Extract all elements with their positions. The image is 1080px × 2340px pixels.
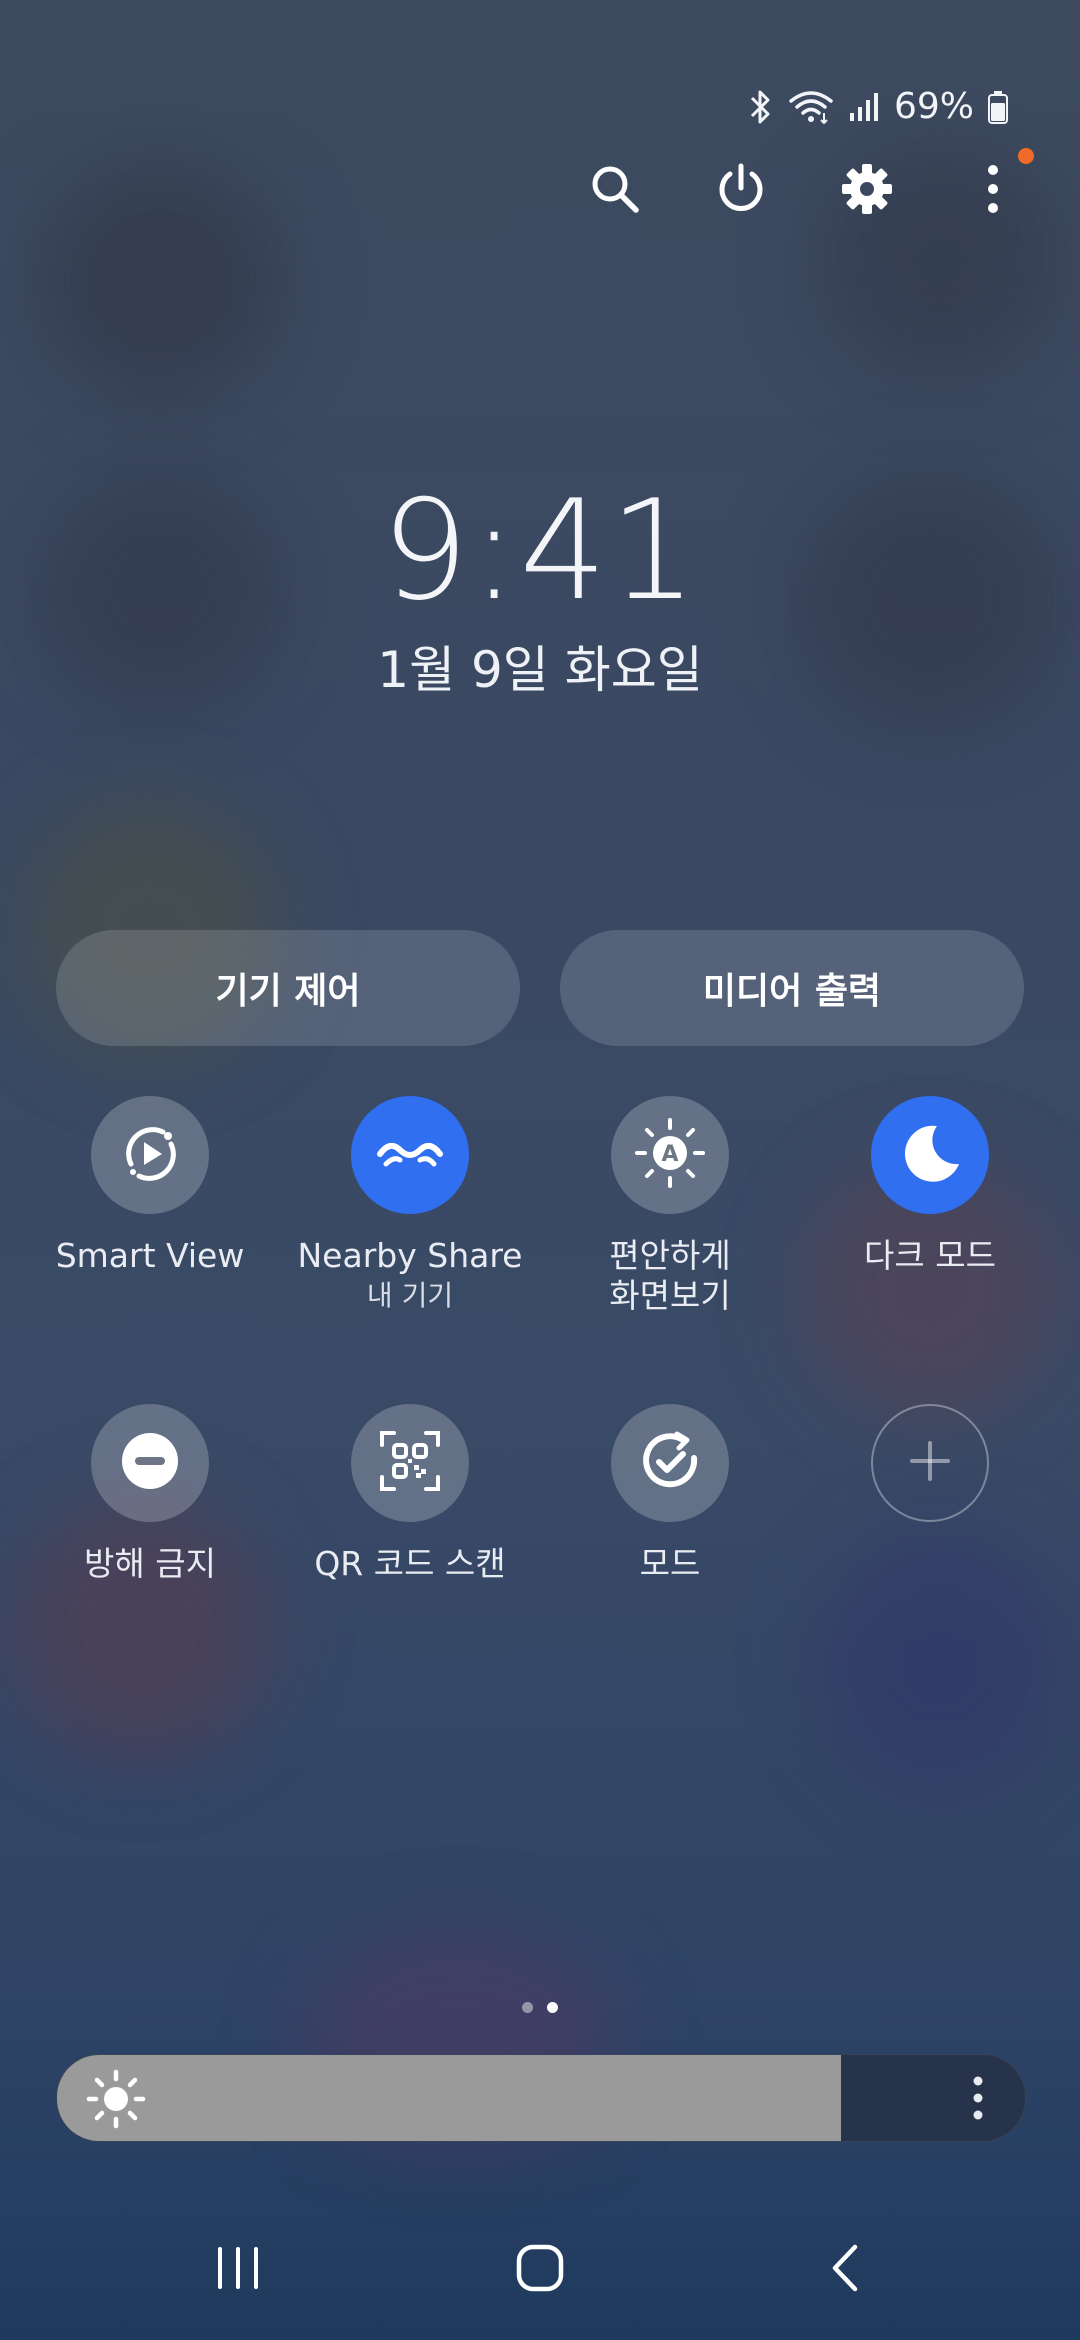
tile-label: 방해 금지 (84, 1544, 216, 1583)
tile-qr-scan[interactable]: QR 코드 스캔 (280, 1404, 540, 1584)
tile-button[interactable]: A (611, 1096, 729, 1214)
brightness-fill (57, 2055, 842, 2141)
home-button[interactable] (480, 2230, 600, 2310)
tile-button[interactable] (611, 1404, 729, 1522)
tile-eye-comfort[interactable]: A 편안하게 화면보기 (540, 1096, 800, 1316)
background-blob (40, 160, 280, 400)
notification-dot (1018, 148, 1034, 164)
more-options-button[interactable] (962, 148, 1034, 222)
device-control-button[interactable]: 기기 제어 (56, 930, 520, 1046)
plus-icon (908, 1439, 952, 1487)
bluetooth-icon (748, 89, 774, 125)
page-dot[interactable] (522, 2002, 533, 2013)
add-tile-button[interactable] (871, 1404, 989, 1522)
brightness-slider[interactable] (56, 2054, 1026, 2142)
back-button[interactable] (784, 2230, 904, 2310)
recent-apps-button[interactable] (178, 2230, 298, 2310)
do-not-disturb-icon (120, 1431, 180, 1495)
eye-comfort-icon: A (633, 1116, 707, 1194)
tile-add[interactable] (800, 1404, 1060, 1522)
search-icon (589, 163, 641, 219)
tile-label: 모드 (639, 1544, 701, 1583)
more-vertical-icon (983, 162, 1003, 220)
page-dot-active[interactable] (547, 2002, 558, 2013)
modes-icon (637, 1428, 703, 1498)
gear-icon (840, 162, 894, 220)
moon-icon (897, 1120, 963, 1190)
tile-modes[interactable]: 모드 (540, 1404, 800, 1584)
nearby-share-icon (374, 1128, 446, 1182)
tile-do-not-disturb[interactable]: 방해 금지 (20, 1404, 280, 1584)
tile-label-line2: 화면보기 (609, 1276, 731, 1315)
battery-icon (988, 90, 1008, 124)
media-output-button[interactable]: 미디어 출력 (560, 930, 1024, 1046)
wifi-icon (788, 89, 834, 125)
tile-label: QR 코드 스캔 (314, 1544, 506, 1583)
clock-date: 1월 9일 화요일 (377, 641, 703, 699)
tile-label: 편안하게 (609, 1236, 731, 1275)
back-icon (827, 2243, 861, 2297)
clock-time: 9:41 (381, 470, 699, 631)
tile-button[interactable] (871, 1096, 989, 1214)
tile-button[interactable] (91, 1404, 209, 1522)
sun-icon (85, 2068, 147, 2134)
tile-dark-mode[interactable]: 다크 모드 (800, 1096, 1060, 1276)
svg-text:A: A (661, 1142, 678, 1167)
settings-button[interactable] (836, 160, 898, 222)
top-actions (584, 148, 1034, 222)
navigation-bar (0, 2230, 1080, 2310)
power-button[interactable] (710, 160, 772, 222)
tile-button[interactable] (351, 1404, 469, 1522)
home-icon (515, 2243, 565, 2297)
brightness-more-icon[interactable] (971, 2075, 985, 2125)
smart-view-icon (115, 1118, 185, 1192)
search-button[interactable] (584, 160, 646, 222)
tile-label: 다크 모드 (864, 1236, 996, 1275)
tile-smart-view[interactable]: Smart View (20, 1096, 280, 1276)
status-bar: 69% (748, 86, 1008, 127)
background-blob (820, 1530, 1060, 1790)
tile-button[interactable] (91, 1096, 209, 1214)
battery-percentage: 69% (893, 86, 974, 127)
power-icon (714, 162, 768, 220)
signal-icon (848, 91, 880, 123)
tile-label: Nearby Share (297, 1236, 523, 1275)
tile-button[interactable] (351, 1096, 469, 1214)
page-indicator (0, 2002, 1080, 2013)
tile-nearby-share[interactable]: Nearby Share 내 기기 (280, 1096, 540, 1316)
tile-sublabel: 내 기기 (366, 1279, 454, 1312)
recent-apps-icon (214, 2245, 262, 2295)
tile-label: Smart View (55, 1236, 245, 1275)
qr-code-icon (378, 1429, 442, 1497)
